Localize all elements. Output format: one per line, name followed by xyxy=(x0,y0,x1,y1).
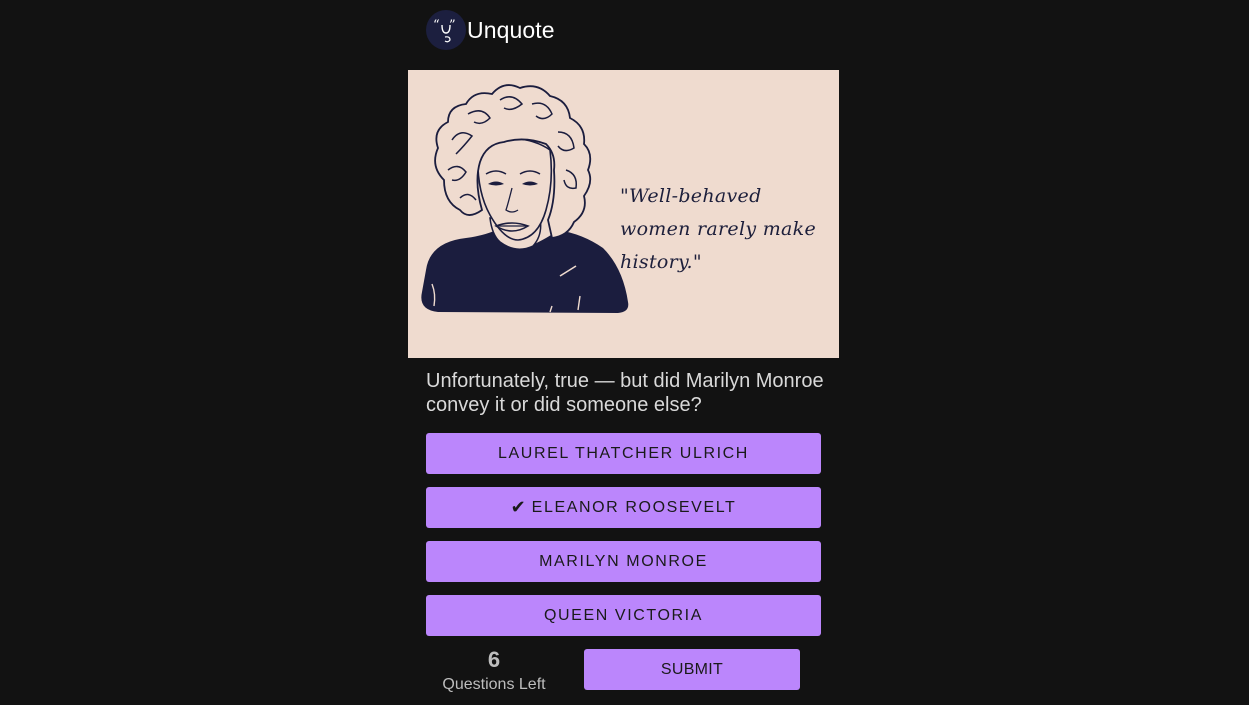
quote-face-logo-icon: “ ” xyxy=(426,10,466,50)
option-queen-victoria[interactable]: QUEEN VICTORIA xyxy=(426,595,821,636)
option-marilyn-monroe[interactable]: MARILYN MONROE xyxy=(426,541,821,582)
question-text: Unfortunately, true — but did Marilyn Mo… xyxy=(426,370,824,416)
option-label: ELEANOR ROOSEVELT xyxy=(531,498,737,516)
option-laurel-thatcher-ulrich[interactable]: LAUREL THATCHER ULRICH xyxy=(426,433,821,474)
questions-left-label: Questions Left xyxy=(442,676,546,693)
option-label: QUEEN VICTORIA xyxy=(543,606,704,624)
answer-options: LAUREL THATCHER ULRICH ✔ ELEANOR ROOSEVE… xyxy=(426,433,821,649)
submit-button[interactable]: SUBMIT xyxy=(584,649,800,690)
hero-quote-text: "Well-behaved women rarely make history.… xyxy=(620,185,817,273)
questions-left-counter: 6 Questions Left xyxy=(426,647,562,697)
checkmark-icon: ✔ xyxy=(510,497,526,517)
questions-left-count: 6 xyxy=(487,647,501,672)
app-header: “ ” Unquote xyxy=(426,9,555,51)
option-label: LAUREL THATCHER ULRICH xyxy=(498,444,749,462)
option-eleanor-roosevelt[interactable]: ✔ ELEANOR ROOSEVELT xyxy=(426,487,821,528)
svg-text:“: “ xyxy=(433,18,440,33)
app-title: Unquote xyxy=(467,16,555,43)
option-label: MARILYN MONROE xyxy=(539,552,708,570)
app-screen: “ ” Unquote "Well-behaved women rarely m… xyxy=(0,0,1249,705)
